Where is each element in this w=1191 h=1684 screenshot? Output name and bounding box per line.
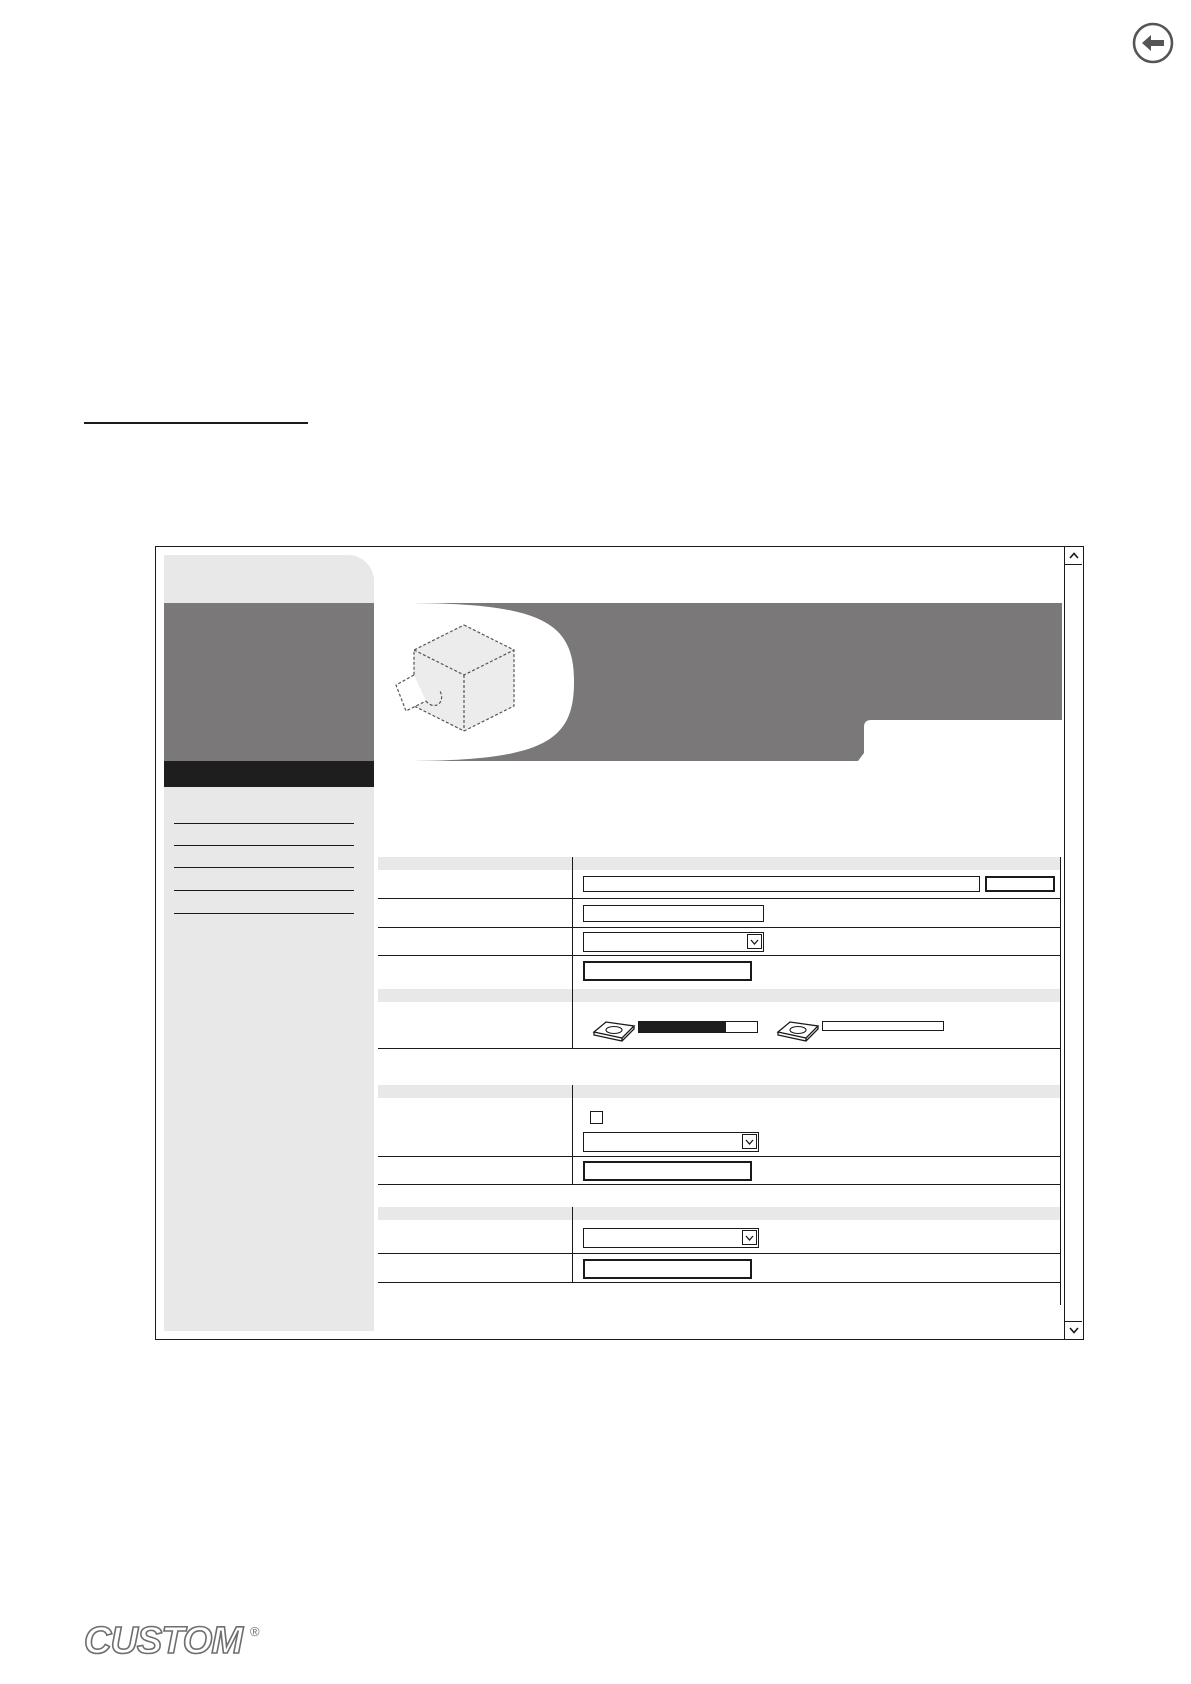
- chevron-down-icon: [747, 934, 762, 949]
- vertical-scrollbar[interactable]: [1064, 547, 1083, 1339]
- row-divider: [378, 955, 1061, 956]
- settings-form: [378, 857, 1063, 1305]
- row-divider: [378, 1282, 1061, 1283]
- svg-text:CUSTOM: CUSTOM: [84, 1620, 244, 1660]
- disk-drive-icon: [776, 1021, 820, 1042]
- text-input[interactable]: [583, 905, 764, 922]
- sidebar-nav-item[interactable]: [174, 867, 354, 868]
- section-heading-underline: [84, 422, 308, 424]
- form-section-header: [378, 989, 1061, 1002]
- chevron-down-icon: [742, 1230, 757, 1245]
- action-button[interactable]: [583, 961, 752, 981]
- web-interface-window: [155, 546, 1084, 1340]
- row-divider: [378, 1184, 1061, 1185]
- form-section-header: [378, 857, 1061, 870]
- chevron-down-icon: [742, 1134, 757, 1149]
- dropdown-select[interactable]: [583, 1228, 759, 1248]
- row-divider: [378, 1253, 1061, 1254]
- row-divider: [378, 898, 1061, 899]
- storage-usage-bar: [822, 1021, 944, 1031]
- chevron-down-icon[interactable]: [1065, 1321, 1082, 1339]
- row-divider: [378, 1156, 1061, 1157]
- row-divider: [378, 1048, 1061, 1049]
- sidebar-nav-item[interactable]: [174, 823, 354, 824]
- option-checkbox[interactable]: [590, 1111, 603, 1124]
- form-section-header: [378, 1085, 1061, 1098]
- browse-button[interactable]: [985, 876, 1055, 892]
- back-button[interactable]: [1132, 22, 1174, 64]
- sidebar-nav-item[interactable]: [174, 913, 354, 914]
- column-divider: [572, 857, 573, 1048]
- storage-usage-fill: [639, 1022, 727, 1032]
- action-button[interactable]: [583, 1259, 752, 1279]
- storage-usage-bar: [638, 1021, 758, 1033]
- row-divider: [378, 927, 1061, 928]
- dropdown-select[interactable]: [583, 932, 764, 952]
- column-divider: [572, 1207, 573, 1282]
- form-right-border: [1060, 857, 1061, 1305]
- file-path-input[interactable]: [583, 876, 980, 892]
- sidebar-banner: [164, 603, 374, 761]
- custom-logo: CUSTOM ®: [84, 1620, 260, 1660]
- form-section-header: [378, 1207, 1061, 1220]
- column-divider: [572, 1085, 573, 1184]
- svg-text:®: ®: [250, 1624, 260, 1639]
- action-button[interactable]: [583, 1161, 752, 1181]
- sidebar-nav-item[interactable]: [174, 845, 354, 846]
- header-banner: [374, 603, 1062, 761]
- chevron-up-icon[interactable]: [1065, 547, 1082, 565]
- disk-drive-icon: [592, 1021, 636, 1042]
- sidebar-nav-item[interactable]: [174, 890, 354, 891]
- dropdown-select[interactable]: [583, 1132, 759, 1152]
- sidebar-menu-bar: [164, 761, 374, 787]
